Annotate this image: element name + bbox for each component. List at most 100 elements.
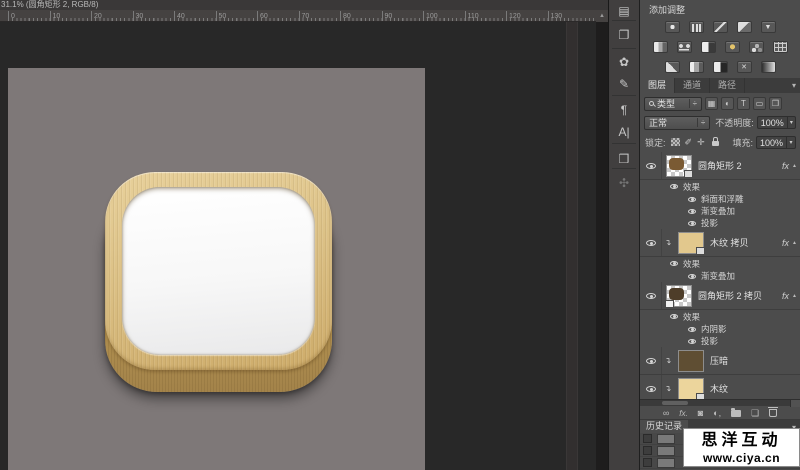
- photo-filter-icon[interactable]: [725, 41, 740, 53]
- exposure-icon[interactable]: [737, 21, 752, 33]
- filter-kind-dropdown[interactable]: 类型 ÷: [644, 97, 702, 111]
- fx-collapse-arrow-icon[interactable]: ▲: [792, 293, 797, 299]
- gradient-map-icon[interactable]: [761, 61, 776, 73]
- eye-icon[interactable]: [688, 197, 696, 202]
- brush-presets-panel-icon[interactable]: ✿: [609, 51, 639, 73]
- hue-saturation-icon[interactable]: [653, 41, 668, 53]
- tool-presets-panel-icon[interactable]: ✎: [609, 73, 639, 95]
- effect-row[interactable]: 渐变叠加: [640, 205, 800, 217]
- visibility-toggle[interactable]: [640, 347, 662, 374]
- eye-icon[interactable]: [688, 339, 696, 344]
- eye-icon[interactable]: [688, 274, 696, 279]
- layer-thumbnail[interactable]: [678, 378, 704, 400]
- effect-row[interactable]: 斜面和浮雕: [640, 193, 800, 205]
- link-layers-icon[interactable]: ∞: [663, 408, 669, 419]
- layer-fx-label[interactable]: fx: [782, 238, 789, 248]
- invert-icon[interactable]: [665, 61, 680, 73]
- history-source-checkbox[interactable]: [643, 446, 652, 455]
- black-white-icon[interactable]: [701, 41, 716, 53]
- adjustment-layer-filter-icon[interactable]: ◐: [721, 97, 734, 110]
- new-group-icon[interactable]: [731, 410, 741, 417]
- effect-row[interactable]: 投影: [640, 217, 800, 229]
- color-lookup-icon[interactable]: [773, 41, 788, 53]
- effects-header-row[interactable]: 效果: [640, 257, 800, 270]
- visibility-toggle[interactable]: [640, 282, 662, 309]
- layer-fx-label[interactable]: fx: [782, 161, 789, 171]
- pixel-layer-filter-icon[interactable]: ▦: [705, 97, 718, 110]
- lock-position-icon[interactable]: ✛: [697, 137, 705, 147]
- dropdown-split-icon: ÷: [689, 99, 697, 108]
- layer-thumbnail[interactable]: [678, 350, 704, 372]
- fill-value[interactable]: 100%: [756, 136, 787, 149]
- smart-object-filter-icon[interactable]: ❒: [769, 97, 782, 110]
- brightness-contrast-icon[interactable]: [665, 21, 680, 33]
- layer-row[interactable]: 圆角矩形 2fx▲: [640, 152, 800, 180]
- eye-icon[interactable]: [688, 221, 696, 226]
- posterize-icon[interactable]: [689, 61, 704, 73]
- delete-layer-icon[interactable]: [769, 409, 777, 417]
- layer-thumbnail[interactable]: [666, 285, 692, 307]
- tab-history[interactable]: 历史记录: [640, 420, 688, 433]
- history-source-checkbox[interactable]: [643, 434, 652, 443]
- visibility-toggle[interactable]: [640, 229, 662, 256]
- tab-路径[interactable]: 路径: [710, 78, 745, 93]
- layer-row[interactable]: ↴木纹: [640, 375, 800, 399]
- effects-header-row[interactable]: 效果: [640, 310, 800, 323]
- fill-dropdown-arrow-icon[interactable]: ▾: [787, 136, 796, 149]
- eye-icon[interactable]: [688, 209, 696, 214]
- vibrance-icon[interactable]: ▼: [761, 21, 776, 33]
- layer-thumbnail[interactable]: [678, 232, 704, 254]
- clone-source-panel-icon[interactable]: ❐: [609, 24, 639, 46]
- layer-row[interactable]: 圆角矩形 2 拷贝fx▲: [640, 282, 800, 310]
- canvas-area[interactable]: [0, 22, 596, 470]
- panel-menu-icon[interactable]: ▾: [792, 78, 800, 93]
- layer-style-icon[interactable]: fx.: [679, 408, 687, 419]
- fx-collapse-arrow-icon[interactable]: ▲: [792, 240, 797, 246]
- effect-row[interactable]: 渐变叠加: [640, 270, 800, 282]
- scroll-up-arrow-icon[interactable]: ▲: [596, 10, 608, 22]
- layers-hscrollbar[interactable]: [640, 399, 800, 406]
- lock-pixels-icon[interactable]: ✐: [685, 137, 693, 147]
- curves-icon[interactable]: [713, 21, 728, 33]
- type-layer-filter-icon[interactable]: T: [737, 97, 750, 110]
- selective-color-icon[interactable]: ✕: [737, 61, 752, 73]
- layer-mask-icon[interactable]: ◙: [698, 408, 703, 419]
- layer-row[interactable]: ↴木纹 拷贝fx▲: [640, 229, 800, 257]
- eye-icon[interactable]: [670, 184, 678, 189]
- layer-row[interactable]: ↴压暗: [640, 347, 800, 375]
- tab-通道[interactable]: 通道: [675, 78, 710, 93]
- character-panel-icon[interactable]: A|: [609, 121, 639, 143]
- new-layer-icon[interactable]: ❏: [751, 408, 759, 419]
- layer-fx-label[interactable]: fx: [782, 291, 789, 301]
- effects-header-row[interactable]: 效果: [640, 180, 800, 193]
- eye-icon[interactable]: [670, 261, 678, 266]
- adjustment-layer-icon[interactable]: ◐,: [713, 408, 721, 419]
- 3d-panel-icon[interactable]: ❒: [609, 148, 639, 170]
- opacity-dropdown-arrow-icon[interactable]: ▾: [788, 116, 796, 129]
- shape-layer-filter-icon[interactable]: ▭: [753, 97, 766, 110]
- channel-mixer-icon[interactable]: [749, 41, 764, 53]
- lock-transparency-icon[interactable]: [671, 138, 680, 146]
- levels-icon[interactable]: [689, 21, 704, 33]
- horizontal-ruler[interactable]: 0102030405060708090100110120130: [0, 10, 596, 22]
- visibility-toggle[interactable]: [640, 152, 662, 179]
- lock-all-icon[interactable]: [712, 141, 719, 146]
- layers-hscrollbar-thumb[interactable]: [662, 401, 688, 405]
- eye-icon[interactable]: [688, 327, 696, 332]
- fx-collapse-arrow-icon[interactable]: ▲: [792, 163, 797, 169]
- layer-thumbnail[interactable]: [666, 155, 692, 177]
- paragraph-panel-icon[interactable]: ¶: [609, 99, 639, 121]
- visibility-toggle[interactable]: [640, 375, 662, 399]
- effect-row[interactable]: 投影: [640, 335, 800, 347]
- history-source-checkbox[interactable]: [643, 458, 652, 467]
- eye-icon[interactable]: [670, 314, 678, 319]
- document-canvas[interactable]: [8, 68, 425, 470]
- canvas-vertical-scrollbar[interactable]: [566, 22, 578, 470]
- threshold-icon[interactable]: [713, 61, 728, 73]
- color-balance-icon[interactable]: [677, 41, 692, 53]
- effect-row[interactable]: 内阴影: [640, 323, 800, 335]
- opacity-value[interactable]: 100%: [757, 116, 788, 129]
- tab-图层[interactable]: 图层: [640, 78, 675, 93]
- blend-mode-dropdown[interactable]: 正常 ÷: [644, 116, 710, 130]
- properties-panel-icon[interactable]: ▤: [609, 0, 639, 22]
